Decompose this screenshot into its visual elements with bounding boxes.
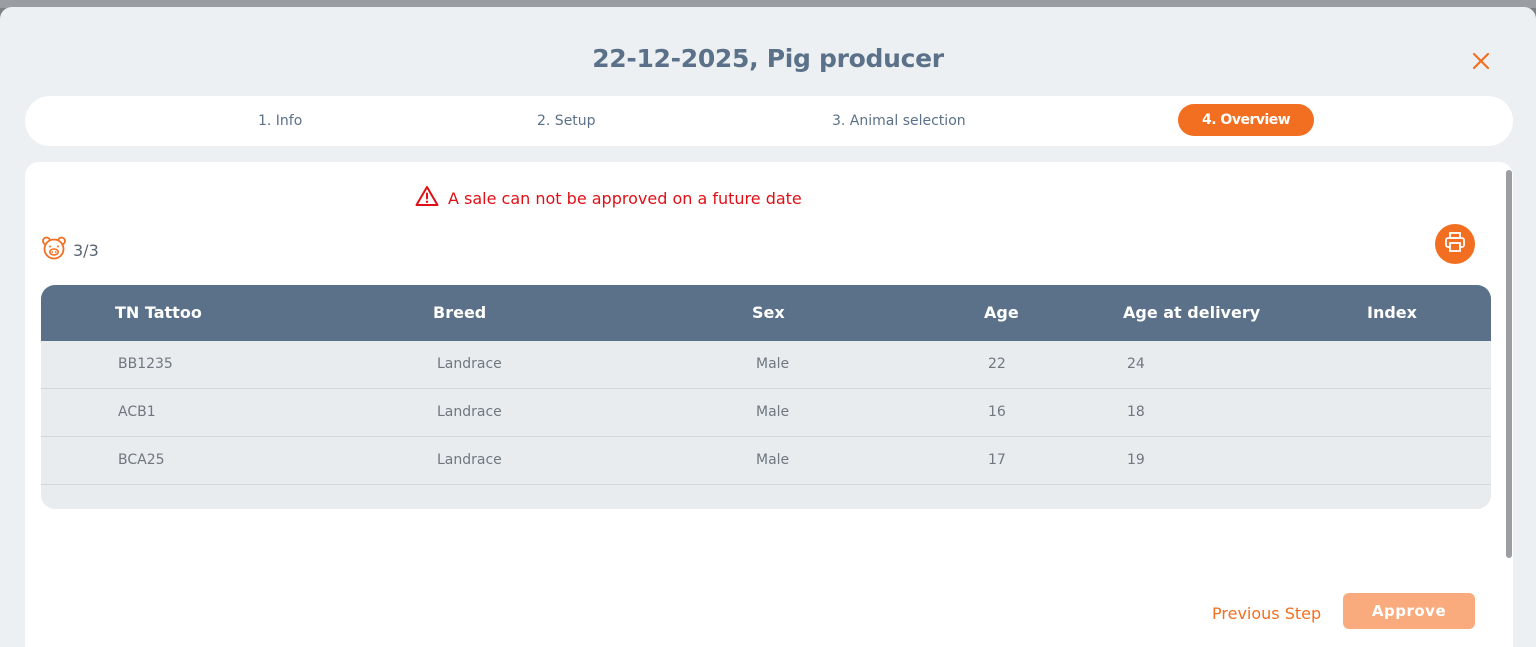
cell-tn-tattoo: BCA25	[118, 452, 165, 468]
cell-breed: Landrace	[437, 356, 502, 372]
column-header-age-at-delivery[interactable]: Age at delivery	[1123, 285, 1260, 341]
cell-age: 16	[988, 404, 1006, 420]
cell-age: 22	[988, 356, 1006, 372]
column-header-tn-tattoo[interactable]: TN Tattoo	[115, 285, 202, 341]
cell-tn-tattoo: ACB1	[118, 404, 156, 420]
column-header-breed[interactable]: Breed	[433, 285, 486, 341]
cell-age-at-delivery: 19	[1127, 452, 1145, 468]
warning-triangle-icon	[415, 185, 439, 211]
future-date-warning: A sale can not be approved on a future d…	[415, 186, 802, 210]
close-icon[interactable]	[1469, 49, 1493, 73]
cell-age: 17	[988, 452, 1006, 468]
step-animal-selection[interactable]: 3. Animal selection	[832, 96, 966, 146]
cell-tn-tattoo: BB1235	[118, 356, 173, 372]
dialog-title: 22-12-2025, Pig producer	[592, 44, 944, 73]
animal-counter: 3/3	[41, 235, 99, 265]
column-header-index[interactable]: Index	[1367, 285, 1417, 341]
approve-button[interactable]: Approve	[1343, 593, 1475, 629]
table-row[interactable]: BCA25 Landrace Male 17 19	[41, 437, 1491, 485]
cell-age-at-delivery: 18	[1127, 404, 1145, 420]
cell-age-at-delivery: 24	[1127, 356, 1145, 372]
table-header: TN Tattoo Breed Sex Age Age at delivery …	[41, 285, 1491, 341]
scrollbar-thumb[interactable]	[1506, 170, 1512, 558]
print-button[interactable]	[1435, 224, 1475, 264]
column-header-sex[interactable]: Sex	[752, 285, 785, 341]
counter-text: 3/3	[73, 240, 99, 260]
cell-sex: Male	[756, 404, 790, 420]
cell-breed: Landrace	[437, 404, 502, 420]
step-overview[interactable]: 4. Overview	[1178, 104, 1315, 136]
printer-icon	[1443, 230, 1467, 258]
cell-sex: Male	[756, 452, 790, 468]
cell-sex: Male	[756, 356, 790, 372]
previous-step-button[interactable]: Previous Step	[1212, 604, 1321, 628]
animals-table: TN Tattoo Breed Sex Age Age at delivery …	[41, 285, 1491, 509]
warning-text: A sale can not be approved on a future d…	[448, 188, 802, 208]
table-row[interactable]: BB1235 Landrace Male 22 24	[41, 341, 1491, 389]
pig-icon	[41, 235, 67, 265]
cell-breed: Landrace	[437, 452, 502, 468]
column-header-age[interactable]: Age	[984, 285, 1019, 341]
step-info[interactable]: 1. Info	[258, 96, 302, 146]
stepper: 1. Info 2. Setup 3. Animal selection 4. …	[25, 96, 1513, 146]
step-setup[interactable]: 2. Setup	[537, 96, 596, 146]
table-row[interactable]: ACB1 Landrace Male 16 18	[41, 389, 1491, 437]
